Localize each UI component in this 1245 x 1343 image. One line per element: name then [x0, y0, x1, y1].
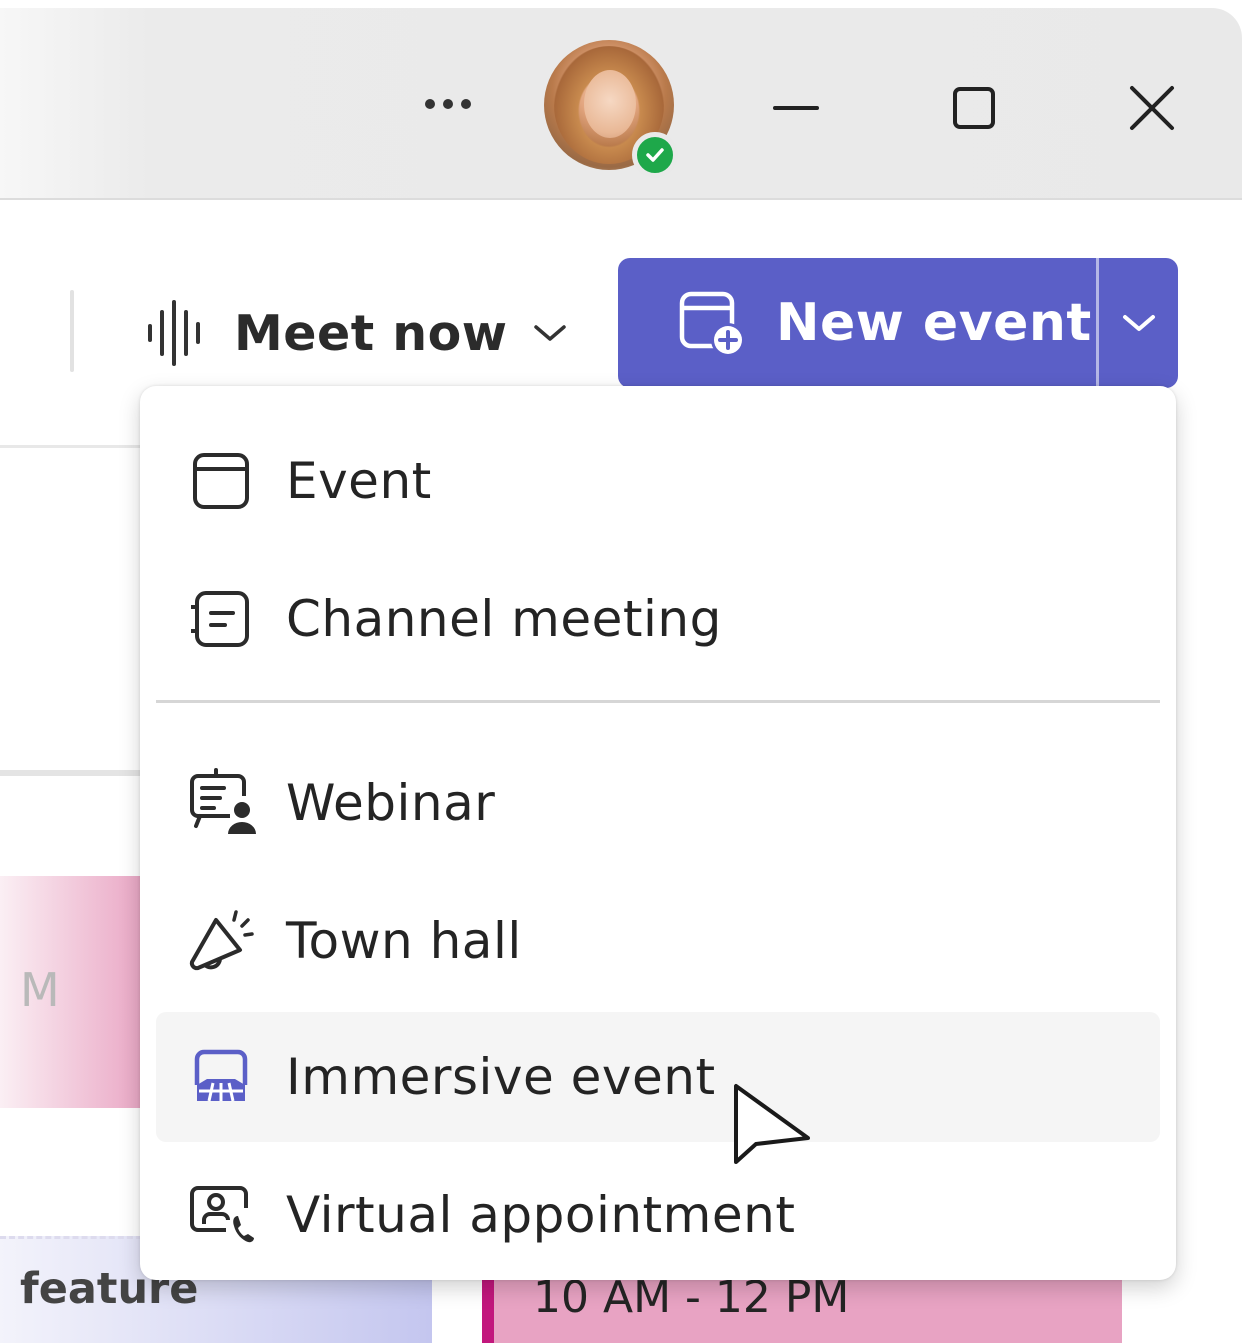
audio-wave-icon	[148, 300, 200, 366]
split-button-divider	[1096, 258, 1099, 388]
new-event-dropdown-button[interactable]	[1099, 258, 1178, 388]
calendar-add-icon	[679, 291, 745, 357]
close-icon	[1130, 86, 1174, 130]
new-event-button[interactable]: New event	[618, 258, 1096, 388]
menu-item-event[interactable]: Event	[156, 416, 1160, 546]
teams-window: Meet now New event M feature 10 AM - 12 …	[0, 8, 1242, 1343]
maximize-icon	[953, 87, 995, 129]
menu-item-label: Virtual appointment	[286, 1186, 796, 1244]
menu-item-label: Town hall	[286, 912, 522, 970]
meet-now-button[interactable]: Meet now	[146, 288, 568, 378]
chevron-down-icon	[1122, 315, 1155, 331]
minimize-icon	[773, 106, 819, 110]
menu-item-town-hall[interactable]: Town hall	[156, 876, 1160, 1006]
virtual-appointment-icon	[186, 1180, 256, 1250]
toolbar-divider	[70, 290, 74, 372]
minimize-button[interactable]	[766, 78, 826, 138]
close-window-button[interactable]	[1122, 78, 1182, 138]
more-options-button[interactable]	[408, 74, 488, 134]
presence-available-badge	[632, 132, 678, 178]
maximize-button[interactable]	[944, 78, 1004, 138]
menu-item-label: Webinar	[286, 774, 496, 832]
new-event-menu: Event Channel meeting Webinar Town hall …	[140, 386, 1176, 1280]
webinar-icon	[186, 768, 256, 838]
meet-now-label: Meet now	[234, 304, 508, 362]
menu-item-channel-meeting[interactable]: Channel meeting	[156, 554, 1160, 684]
menu-item-label: Immersive event	[286, 1048, 716, 1106]
immersive-event-icon	[186, 1042, 256, 1112]
chevron-down-icon	[533, 325, 566, 341]
menu-item-label: Event	[286, 452, 432, 510]
calendar-icon	[186, 446, 256, 516]
new-event-split-button: New event	[618, 258, 1178, 388]
checkmark-icon	[646, 148, 664, 162]
more-horizontal-icon	[425, 99, 471, 109]
mouse-cursor-icon	[734, 1084, 810, 1164]
calendar-event-text: M	[20, 963, 60, 1017]
new-event-label: New event	[776, 293, 1092, 353]
menu-item-webinar[interactable]: Webinar	[156, 738, 1160, 868]
calendar-gridline	[0, 445, 140, 448]
avatar-face	[584, 70, 636, 138]
menu-item-label: Channel meeting	[286, 590, 722, 648]
calendar-gridline	[0, 770, 140, 776]
channel-meeting-icon	[186, 584, 256, 654]
title-bar	[0, 8, 1242, 200]
menu-item-immersive-event[interactable]: Immersive event	[156, 1012, 1160, 1142]
megaphone-icon	[186, 906, 256, 976]
menu-divider	[156, 700, 1160, 703]
menu-item-virtual-appointment[interactable]: Virtual appointment	[156, 1150, 1160, 1280]
